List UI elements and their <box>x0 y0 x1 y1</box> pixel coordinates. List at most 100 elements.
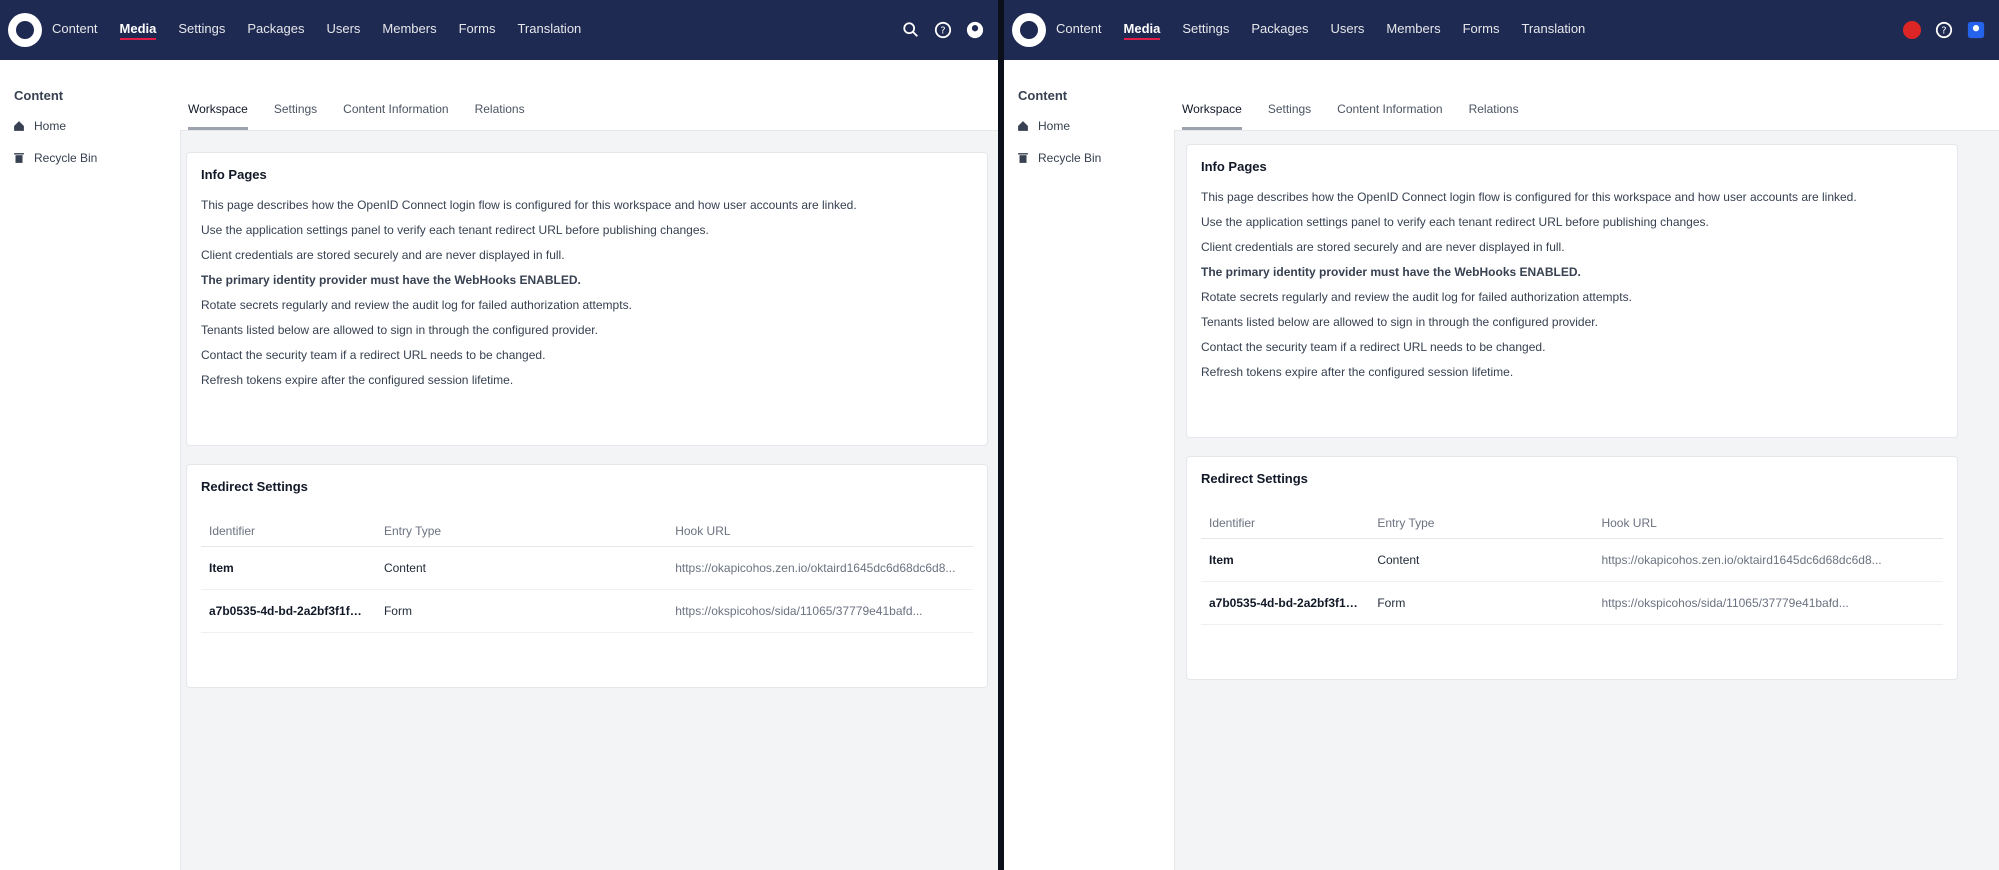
app-logo[interactable] <box>1012 13 1046 47</box>
nav-item-translation[interactable]: Translation <box>1521 21 1585 40</box>
row-hook-url[interactable]: https://okspicohos/sida/11065/37779e41ba… <box>667 589 973 633</box>
nav-item-translation[interactable]: Translation <box>517 21 581 40</box>
user-avatar-icon[interactable] <box>966 21 984 39</box>
redirects-table: Identifier Entry Type Hook URL Item Cont… <box>201 516 973 633</box>
table-row[interactable]: Item Content https://okapicohos.zen.io/o… <box>201 546 973 590</box>
tab-settings[interactable]: Settings <box>274 102 317 130</box>
info-line: Refresh tokens expire after the configur… <box>1201 365 1514 379</box>
redirects-card-title: Redirect Settings <box>201 479 308 494</box>
trash-icon <box>1014 149 1032 167</box>
left-window: Content Media Settings Packages Users Me… <box>0 0 998 870</box>
trash-icon <box>10 149 28 167</box>
nav-item-members[interactable]: Members <box>1386 21 1440 40</box>
row-hook-url[interactable]: https://okspicohos/sida/11065/37779e41ba… <box>1593 581 1943 625</box>
top-icons: ? <box>1903 21 1985 39</box>
nav-item-content[interactable]: Content <box>1056 21 1102 40</box>
table-row[interactable]: Item Content https://okapicohos.zen.io/o… <box>1201 538 1943 582</box>
redirects-card-title: Redirect Settings <box>1201 471 1308 486</box>
info-line: The primary identity provider must have … <box>1201 265 1581 279</box>
nav-item-users[interactable]: Users <box>1330 21 1364 40</box>
nav-item-settings[interactable]: Settings <box>178 21 225 40</box>
nav-item-forms[interactable]: Forms <box>1463 21 1500 40</box>
table-row[interactable]: a7b0535-4d-bd-2a2bf3f1f1-f54c01be6a309 F… <box>1201 581 1943 625</box>
row-entry-type: Form <box>375 589 668 633</box>
tab-relations[interactable]: Relations <box>475 102 525 130</box>
row-identifier: Item <box>201 546 376 590</box>
home-icon <box>10 117 28 135</box>
sidebar-item-home[interactable]: Home <box>1004 103 1174 135</box>
tab-workspace[interactable]: Workspace <box>1182 102 1242 130</box>
nav-item-users[interactable]: Users <box>326 21 360 40</box>
column-header-identifier[interactable]: Identifier <box>1201 508 1370 539</box>
content-tabs: Workspace Settings Content Information R… <box>1174 60 1999 131</box>
info-card: Info Pages This page describes how the O… <box>1186 144 1958 438</box>
help-icon[interactable]: ? <box>934 21 952 39</box>
tab-content-information[interactable]: Content Information <box>343 102 448 130</box>
row-entry-type: Content <box>1369 538 1594 582</box>
info-line: Client credentials are stored securely a… <box>201 248 565 262</box>
info-line: Use the application settings panel to ve… <box>1201 215 1709 229</box>
top-icons: ? <box>902 21 984 39</box>
top-navigation-bar: Content Media Settings Packages Users Me… <box>1004 0 1999 60</box>
redirects-table: Identifier Entry Type Hook URL Item Cont… <box>1201 508 1943 625</box>
nav-item-media[interactable]: Media <box>119 21 157 40</box>
column-header-entry-type[interactable]: Entry Type <box>375 516 668 547</box>
help-icon[interactable]: ? <box>1935 21 1953 39</box>
row-entry-type: Content <box>375 546 668 590</box>
info-line: Refresh tokens expire after the configur… <box>201 373 514 387</box>
info-card-title: Info Pages <box>201 167 267 182</box>
sidebar-item-recycle-bin[interactable]: Recycle Bin <box>1004 135 1174 167</box>
sidebar-item-label: Home <box>1038 119 1071 133</box>
column-header-entry-type[interactable]: Entry Type <box>1369 508 1594 539</box>
column-header-hook-url[interactable]: Hook URL <box>667 516 973 547</box>
tab-workspace[interactable]: Workspace <box>188 102 248 130</box>
info-line: This page describes how the OpenID Conne… <box>201 198 857 212</box>
info-card-title: Info Pages <box>1201 159 1267 174</box>
info-line: Rotate secrets regularly and review the … <box>201 298 632 312</box>
row-hook-url[interactable]: https://okapicohos.zen.io/oktaird1645dc6… <box>1593 538 1943 582</box>
notification-icon[interactable] <box>1903 21 1921 39</box>
nav-item-settings[interactable]: Settings <box>1182 21 1229 40</box>
info-card-body: This page describes how the OpenID Conne… <box>187 182 987 390</box>
sidebar-item-recycle-bin[interactable]: Recycle Bin <box>0 135 180 167</box>
nav-item-packages[interactable]: Packages <box>1251 21 1308 40</box>
info-line: Contact the security team if a redirect … <box>1201 340 1546 354</box>
sidebar-item-home[interactable]: Home <box>0 103 180 135</box>
table-row[interactable]: a7b0535-4d-bd-2a2bf3f1f1-f54c01be6a309 F… <box>201 589 973 633</box>
nav-item-members[interactable]: Members <box>382 21 436 40</box>
main-content: Workspace Settings Content Information R… <box>180 60 998 870</box>
info-line: Client credentials are stored securely a… <box>1201 240 1565 254</box>
info-line: Contact the security team if a redirect … <box>201 348 546 362</box>
search-icon[interactable] <box>902 21 920 39</box>
content-sidebar: Content Home Recycle Bin <box>0 60 181 870</box>
top-navigation-bar: Content Media Settings Packages Users Me… <box>0 0 998 60</box>
app-logo[interactable] <box>8 13 42 47</box>
row-entry-type: Form <box>1369 581 1594 625</box>
content-sidebar: Content Home Recycle Bin <box>1004 60 1175 870</box>
nav-item-media[interactable]: Media <box>1123 21 1161 40</box>
sidebar-item-label: Home <box>34 119 67 133</box>
row-hook-url[interactable]: https://okapicohos.zen.io/oktaird1645dc6… <box>667 546 973 590</box>
tab-content-information[interactable]: Content Information <box>1337 102 1442 130</box>
sidebar-title: Content <box>14 88 64 103</box>
sidebar-item-label: Recycle Bin <box>34 151 98 165</box>
svg-text:?: ? <box>940 26 945 37</box>
main-content: Workspace Settings Content Information R… <box>1174 60 1999 870</box>
user-avatar-icon[interactable] <box>1967 21 1985 39</box>
column-header-identifier[interactable]: Identifier <box>201 516 376 547</box>
info-line: Rotate secrets regularly and review the … <box>1201 290 1632 304</box>
column-header-hook-url[interactable]: Hook URL <box>1593 508 1943 539</box>
main-nav: Content Media Settings Packages Users Me… <box>1056 21 1585 40</box>
nav-item-packages[interactable]: Packages <box>247 21 304 40</box>
tab-relations[interactable]: Relations <box>1469 102 1519 130</box>
info-card-body: This page describes how the OpenID Conne… <box>1187 174 1957 382</box>
redirects-card: Redirect Settings Identifier Entry Type … <box>1186 456 1958 680</box>
info-line: The primary identity provider must have … <box>201 273 581 287</box>
redirects-card: Redirect Settings Identifier Entry Type … <box>186 464 988 688</box>
nav-item-content[interactable]: Content <box>52 21 98 40</box>
row-identifier: a7b0535-4d-bd-2a2bf3f1f1-f54c01be6a309 <box>1201 581 1370 625</box>
info-line: This page describes how the OpenID Conne… <box>1201 190 1857 204</box>
nav-item-forms[interactable]: Forms <box>459 21 496 40</box>
tab-settings[interactable]: Settings <box>1268 102 1311 130</box>
sidebar-title: Content <box>1018 88 1068 103</box>
